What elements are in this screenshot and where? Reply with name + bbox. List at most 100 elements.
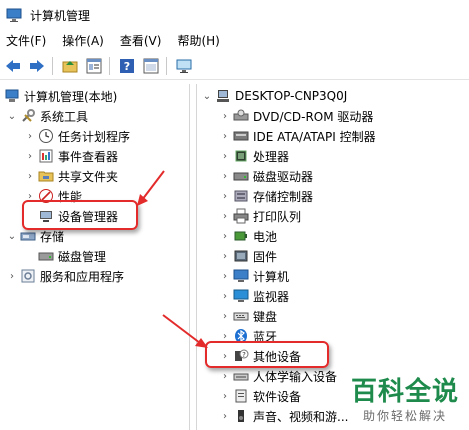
watermark-subtitle: 助你轻松解决 xyxy=(362,409,447,423)
computer-management-icon xyxy=(6,8,22,22)
battery-icon xyxy=(233,228,249,244)
tree-label: 存储控制器 xyxy=(253,189,314,204)
event-viewer-icon xyxy=(38,148,54,164)
tree-label: 磁盘驱动器 xyxy=(253,169,314,184)
tree-item-task-scheduler[interactable]: › 任务计划程序 xyxy=(24,126,130,146)
menu-bar: 文件(F) 操作(A) 查看(V) 帮助(H) xyxy=(0,30,469,52)
device-category-software-devices[interactable]: › 软件设备 xyxy=(219,386,301,406)
tree-label: 固件 xyxy=(253,249,278,264)
device-category-firmware[interactable]: › 固件 xyxy=(219,246,277,266)
other-devices-highlight xyxy=(205,341,329,368)
menu-help[interactable]: 帮助(H) xyxy=(169,30,227,52)
device-category-storage-controllers[interactable]: › 存储控制器 xyxy=(219,186,313,206)
tree-label: IDE ATA/ATAPI 控制器 xyxy=(253,129,376,144)
tree-label: 声音、视频和游... xyxy=(253,409,349,424)
tree-label: 键盘 xyxy=(253,309,278,324)
disk-icon xyxy=(38,248,54,264)
chevron-right-icon[interactable]: › xyxy=(219,390,231,402)
tree-item-computer[interactable]: ⌄ DESKTOP-CNP3Q0J xyxy=(201,86,348,106)
clock-icon xyxy=(38,128,54,144)
tree-label: 存储 xyxy=(40,229,65,244)
navigation-pane: 计算机管理(本地) ⌄ 系统工具 › 任务计划程序 › 事件查看器 › 共享文件… xyxy=(0,84,190,430)
tree-label: 磁盘管理 xyxy=(58,249,107,264)
tree-item-disk-management[interactable]: 磁盘管理 xyxy=(38,246,106,266)
chevron-right-icon[interactable]: › xyxy=(219,110,231,122)
tree-label: 处理器 xyxy=(253,149,290,164)
show-hide-icon[interactable] xyxy=(140,55,162,77)
chevron-down-icon[interactable]: ⌄ xyxy=(201,90,213,102)
menu-action[interactable]: 操作(A) xyxy=(54,30,112,52)
tree-label: 服务和应用程序 xyxy=(40,269,125,284)
computer-icon xyxy=(233,268,249,284)
disk-drive-icon xyxy=(233,168,249,184)
device-category-sound-video[interactable]: › 声音、视频和游... xyxy=(219,406,348,426)
chevron-right-icon[interactable]: › xyxy=(219,290,231,302)
chevron-right-icon[interactable]: › xyxy=(219,150,231,162)
tree-item-root[interactable]: 计算机管理(本地) xyxy=(4,86,117,106)
device-category-disk-drives[interactable]: › 磁盘驱动器 xyxy=(219,166,313,186)
back-arrow-icon[interactable] xyxy=(2,55,24,77)
device-category-hid[interactable]: › 人体学输入设备 xyxy=(219,366,337,386)
chevron-right-icon[interactable]: › xyxy=(219,130,231,142)
tree-label: 打印队列 xyxy=(253,209,302,224)
device-category-monitors[interactable]: › 监视器 xyxy=(219,286,289,306)
menu-view[interactable]: 查看(V) xyxy=(112,30,170,52)
tree-label: DESKTOP-CNP3Q0J xyxy=(235,89,348,103)
chevron-right-icon[interactable]: › xyxy=(24,170,36,182)
monitor-icon xyxy=(233,288,249,304)
properties-icon[interactable] xyxy=(83,55,105,77)
toolbar-separator xyxy=(52,56,53,75)
tree-label: 电池 xyxy=(253,229,278,244)
hid-icon xyxy=(233,368,249,384)
tree-label: 计算机管理(本地) xyxy=(24,89,118,104)
tree-item-event-viewer[interactable]: › 事件查看器 xyxy=(24,146,118,166)
chevron-down-icon[interactable]: ⌄ xyxy=(6,110,18,122)
speaker-icon xyxy=(233,408,249,424)
help-icon[interactable]: ? xyxy=(116,55,138,77)
device-category-ide[interactable]: › IDE ATA/ATAPI 控制器 xyxy=(219,126,376,146)
device-manager-highlight xyxy=(22,200,138,230)
device-category-computer[interactable]: › 计算机 xyxy=(219,266,289,286)
chevron-right-icon[interactable]: › xyxy=(24,130,36,142)
chevron-right-icon[interactable]: › xyxy=(219,270,231,282)
chevron-right-icon[interactable]: › xyxy=(219,230,231,242)
device-category-dvd[interactable]: › DVD/CD-ROM 驱动器 xyxy=(219,106,373,126)
services-icon xyxy=(20,268,36,284)
tree-label: 事件查看器 xyxy=(58,149,119,164)
device-category-print-queues[interactable]: › 打印队列 xyxy=(219,206,301,226)
watermark-title: 百科全说 xyxy=(350,377,459,407)
tree-item-shared-folders[interactable]: › 共享文件夹 xyxy=(24,166,118,186)
chevron-right-icon[interactable]: › xyxy=(219,190,231,202)
chevron-right-icon[interactable]: › xyxy=(6,270,18,282)
annotation-arrow-icon xyxy=(162,314,208,348)
tree-item-services-apps[interactable]: › 服务和应用程序 xyxy=(6,266,124,286)
monitor-icon[interactable] xyxy=(173,55,195,77)
firmware-icon xyxy=(233,248,249,264)
device-category-processor[interactable]: › 处理器 xyxy=(219,146,289,166)
storage-controller-icon xyxy=(233,188,249,204)
tree-label: 计算机 xyxy=(253,269,290,284)
up-folder-icon[interactable] xyxy=(59,55,81,77)
tools-icon xyxy=(20,108,36,124)
chevron-down-icon[interactable]: ⌄ xyxy=(6,230,18,242)
chevron-right-icon[interactable]: › xyxy=(219,250,231,262)
device-category-batteries[interactable]: › 电池 xyxy=(219,226,277,246)
tree-label: 任务计划程序 xyxy=(58,129,131,144)
tree-item-system-tools[interactable]: ⌄ 系统工具 xyxy=(6,106,88,126)
forward-arrow-icon[interactable] xyxy=(26,55,48,77)
chevron-right-icon[interactable]: › xyxy=(219,370,231,382)
printer-icon xyxy=(233,208,249,224)
toolbar-separator xyxy=(109,56,110,75)
keyboard-icon xyxy=(233,308,249,324)
device-category-keyboards[interactable]: › 键盘 xyxy=(219,306,277,326)
chevron-right-icon[interactable]: › xyxy=(219,410,231,422)
shared-folder-icon xyxy=(38,168,54,184)
chevron-right-icon[interactable]: › xyxy=(219,310,231,322)
chevron-right-icon[interactable]: › xyxy=(219,210,231,222)
toolbar: ? xyxy=(0,52,469,80)
chevron-right-icon[interactable]: › xyxy=(24,150,36,162)
tree-label: 共享文件夹 xyxy=(58,169,119,184)
menu-file[interactable]: 文件(F) xyxy=(0,30,54,52)
chevron-right-icon[interactable]: › xyxy=(219,170,231,182)
annotation-arrow-icon xyxy=(137,170,165,206)
